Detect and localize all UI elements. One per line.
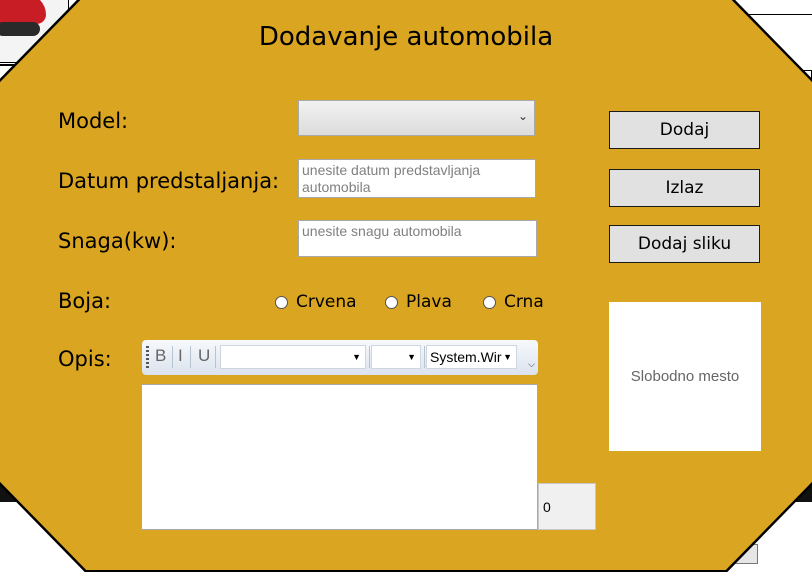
radio-crvena[interactable]: Crvena bbox=[275, 292, 357, 312]
form-title: Dodavanje automobila bbox=[258, 22, 554, 52]
char-count: 0 bbox=[538, 483, 596, 530]
radio-circle-icon bbox=[275, 295, 288, 309]
radio-circle-icon bbox=[385, 295, 398, 309]
izlaz-button[interactable]: Izlaz bbox=[609, 169, 760, 207]
dodaj-sliku-button[interactable]: Dodaj sliku bbox=[609, 225, 760, 263]
font-color-dropdown[interactable]: System.Wir ▼ bbox=[426, 345, 517, 369]
opis-label: Opis: bbox=[58, 347, 112, 371]
boja-label: Boja: bbox=[58, 289, 112, 313]
radio-label: Crna bbox=[504, 292, 544, 312]
font-name-dropdown[interactable]: ▼ bbox=[220, 345, 366, 369]
toolbar-grip-icon[interactable] bbox=[146, 346, 149, 368]
radio-label: Crvena bbox=[296, 292, 357, 312]
snaga-label: Snaga(kw): bbox=[58, 229, 177, 253]
opis-richtext[interactable] bbox=[141, 384, 538, 530]
radio-label: Plava bbox=[406, 292, 452, 312]
radio-plava[interactable]: Plava bbox=[385, 292, 452, 312]
car-picture-box: Slobodno mesto bbox=[609, 302, 761, 451]
dropdown-arrow-icon: ▼ bbox=[503, 352, 512, 362]
chevron-down-icon: ⌄ bbox=[517, 109, 528, 123]
dodaj-button[interactable]: Dodaj bbox=[609, 111, 760, 149]
datum-label: Datum predstaljanja: bbox=[58, 169, 280, 193]
add-car-form: Dodavanje automobila Model: ⌄ Datum pred… bbox=[0, 0, 812, 572]
dropdown-arrow-icon: ▼ bbox=[352, 352, 361, 362]
underline-button[interactable]: U bbox=[198, 346, 210, 366]
model-label: Model: bbox=[58, 109, 129, 133]
radio-crna[interactable]: Crna bbox=[483, 292, 544, 312]
font-color-value: System.Wir bbox=[430, 349, 502, 365]
font-size-dropdown[interactable]: ▼ bbox=[371, 345, 421, 369]
toolbar-overflow-icon[interactable]: ⌵ bbox=[528, 360, 535, 370]
datum-input[interactable]: unesite datum predstavljanja automobila bbox=[298, 159, 536, 198]
format-toolbar: B I U ▼ ▼ System.Wir ▼ ⌵ bbox=[142, 340, 538, 375]
dropdown-arrow-icon: ▼ bbox=[407, 352, 416, 362]
radio-circle-icon bbox=[483, 295, 496, 309]
bold-button[interactable]: B bbox=[155, 346, 166, 366]
italic-button[interactable]: I bbox=[178, 346, 183, 366]
picture-placeholder-text: Slobodno mesto bbox=[630, 368, 740, 385]
model-select[interactable]: ⌄ bbox=[298, 100, 535, 136]
snaga-input[interactable]: unesite snagu automobila bbox=[298, 220, 537, 257]
